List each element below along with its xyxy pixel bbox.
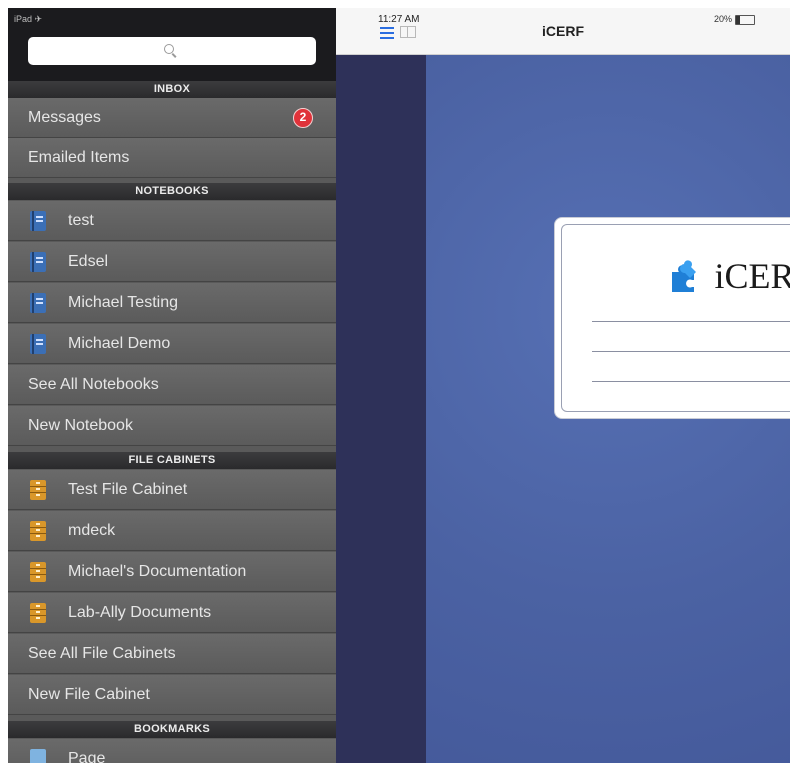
sidebar-item-notebook[interactable]: test [8, 201, 336, 241]
see-all-notebooks-item[interactable]: See All Notebooks [8, 365, 336, 405]
sidebar-top-bar: iPad ✈ [8, 8, 336, 81]
sidebar-item-label: Page [68, 750, 106, 763]
page-icon [30, 749, 46, 763]
sidebar-item-notebook[interactable]: Michael Demo [8, 324, 336, 364]
sidebar-item-messages[interactable]: Messages 2 [8, 98, 336, 138]
notebook-icon [30, 293, 46, 313]
sidebar-item-emailed-items[interactable]: Emailed Items [8, 138, 336, 178]
sidebar: iPad ✈ INBOX Messages 2 Emailed Items NO… [8, 8, 336, 763]
battery-status: 20% [714, 14, 756, 25]
sidebar-item-label: Michael Testing [68, 294, 178, 311]
navigation-bar: 11:27 AM iCERF 20% [336, 8, 790, 55]
sidebar-item-label: Lab-Ally Documents [68, 604, 212, 621]
sidebar-item-label: Michael Demo [68, 335, 171, 352]
new-notebook-item[interactable]: New Notebook [8, 406, 336, 446]
battery-icon [735, 14, 756, 25]
sidebar-item-label: New Notebook [28, 417, 133, 434]
brand-name: iCERF [714, 256, 790, 296]
section-header-file-cabinets: FILE CABINETS [8, 452, 336, 469]
sidebar-item-label: Edsel [68, 253, 109, 270]
sidebar-item-label: Michael's Documentation [68, 563, 247, 580]
notebook-icon [30, 211, 46, 231]
new-file-cabinet-item[interactable]: New File Cabinet [8, 675, 336, 715]
sidebar-item-label: New File Cabinet [28, 686, 150, 703]
puzzle-logo-icon [672, 260, 696, 292]
notebook-icon [30, 334, 46, 354]
sidebar-item-notebook[interactable]: Michael Testing [8, 283, 336, 323]
see-all-file-cabinets-item[interactable]: See All File Cabinets [8, 634, 336, 674]
cover-spine [336, 54, 426, 763]
nav-title: iCERF [542, 23, 584, 39]
section-header-bookmarks: BOOKMARKS [8, 721, 336, 738]
sidebar-item-bookmark[interactable]: Page [8, 739, 336, 763]
brand-logo: iCERF [668, 255, 790, 297]
file-cabinet-icon [30, 521, 46, 541]
sidebar-item-file-cabinet[interactable]: Michael's Documentation [8, 552, 336, 592]
sidebar-item-notebook[interactable]: Edsel [8, 242, 336, 282]
status-time: 11:27 AM [378, 14, 420, 25]
search-input[interactable] [28, 37, 316, 65]
list-view-icon[interactable] [380, 27, 394, 39]
notebook-icon [30, 252, 46, 272]
sidebar-item-label: Emailed Items [28, 149, 130, 166]
section-header-inbox: INBOX [8, 81, 336, 98]
sidebar-item-label: Messages [28, 109, 101, 126]
unread-badge: 2 [293, 108, 313, 128]
sidebar-item-label: Test File Cabinet [68, 481, 188, 498]
notebook-cover-area: 11:27 AM iCERF 20% iCERF [336, 8, 790, 763]
sidebar-item-file-cabinet[interactable]: Test File Cabinet [8, 470, 336, 510]
sidebar-item-label: mdeck [68, 522, 116, 539]
cover-label-frame: iCERF [561, 224, 790, 412]
file-cabinet-icon [30, 603, 46, 623]
label-write-line [592, 351, 790, 352]
sidebar-item-file-cabinet[interactable]: mdeck [8, 511, 336, 551]
file-cabinet-icon [30, 480, 46, 500]
app-window: iPad ✈ INBOX Messages 2 Emailed Items NO… [0, 0, 790, 763]
device-status: iPad ✈ [14, 14, 43, 24]
sidebar-item-label: See All File Cabinets [28, 645, 176, 662]
sidebar-item-label: See All Notebooks [28, 376, 159, 393]
sidebar-item-label: test [68, 212, 94, 229]
section-header-notebooks: NOTEBOOKS [8, 183, 336, 200]
search-icon [164, 44, 174, 54]
book-view-icon[interactable] [400, 26, 416, 38]
sidebar-item-file-cabinet[interactable]: Lab-Ally Documents [8, 593, 336, 633]
file-cabinet-icon [30, 562, 46, 582]
cover-label-card: iCERF [554, 217, 790, 419]
battery-percent: 20% [714, 14, 733, 24]
label-write-line [592, 381, 790, 382]
label-write-line [592, 321, 790, 322]
